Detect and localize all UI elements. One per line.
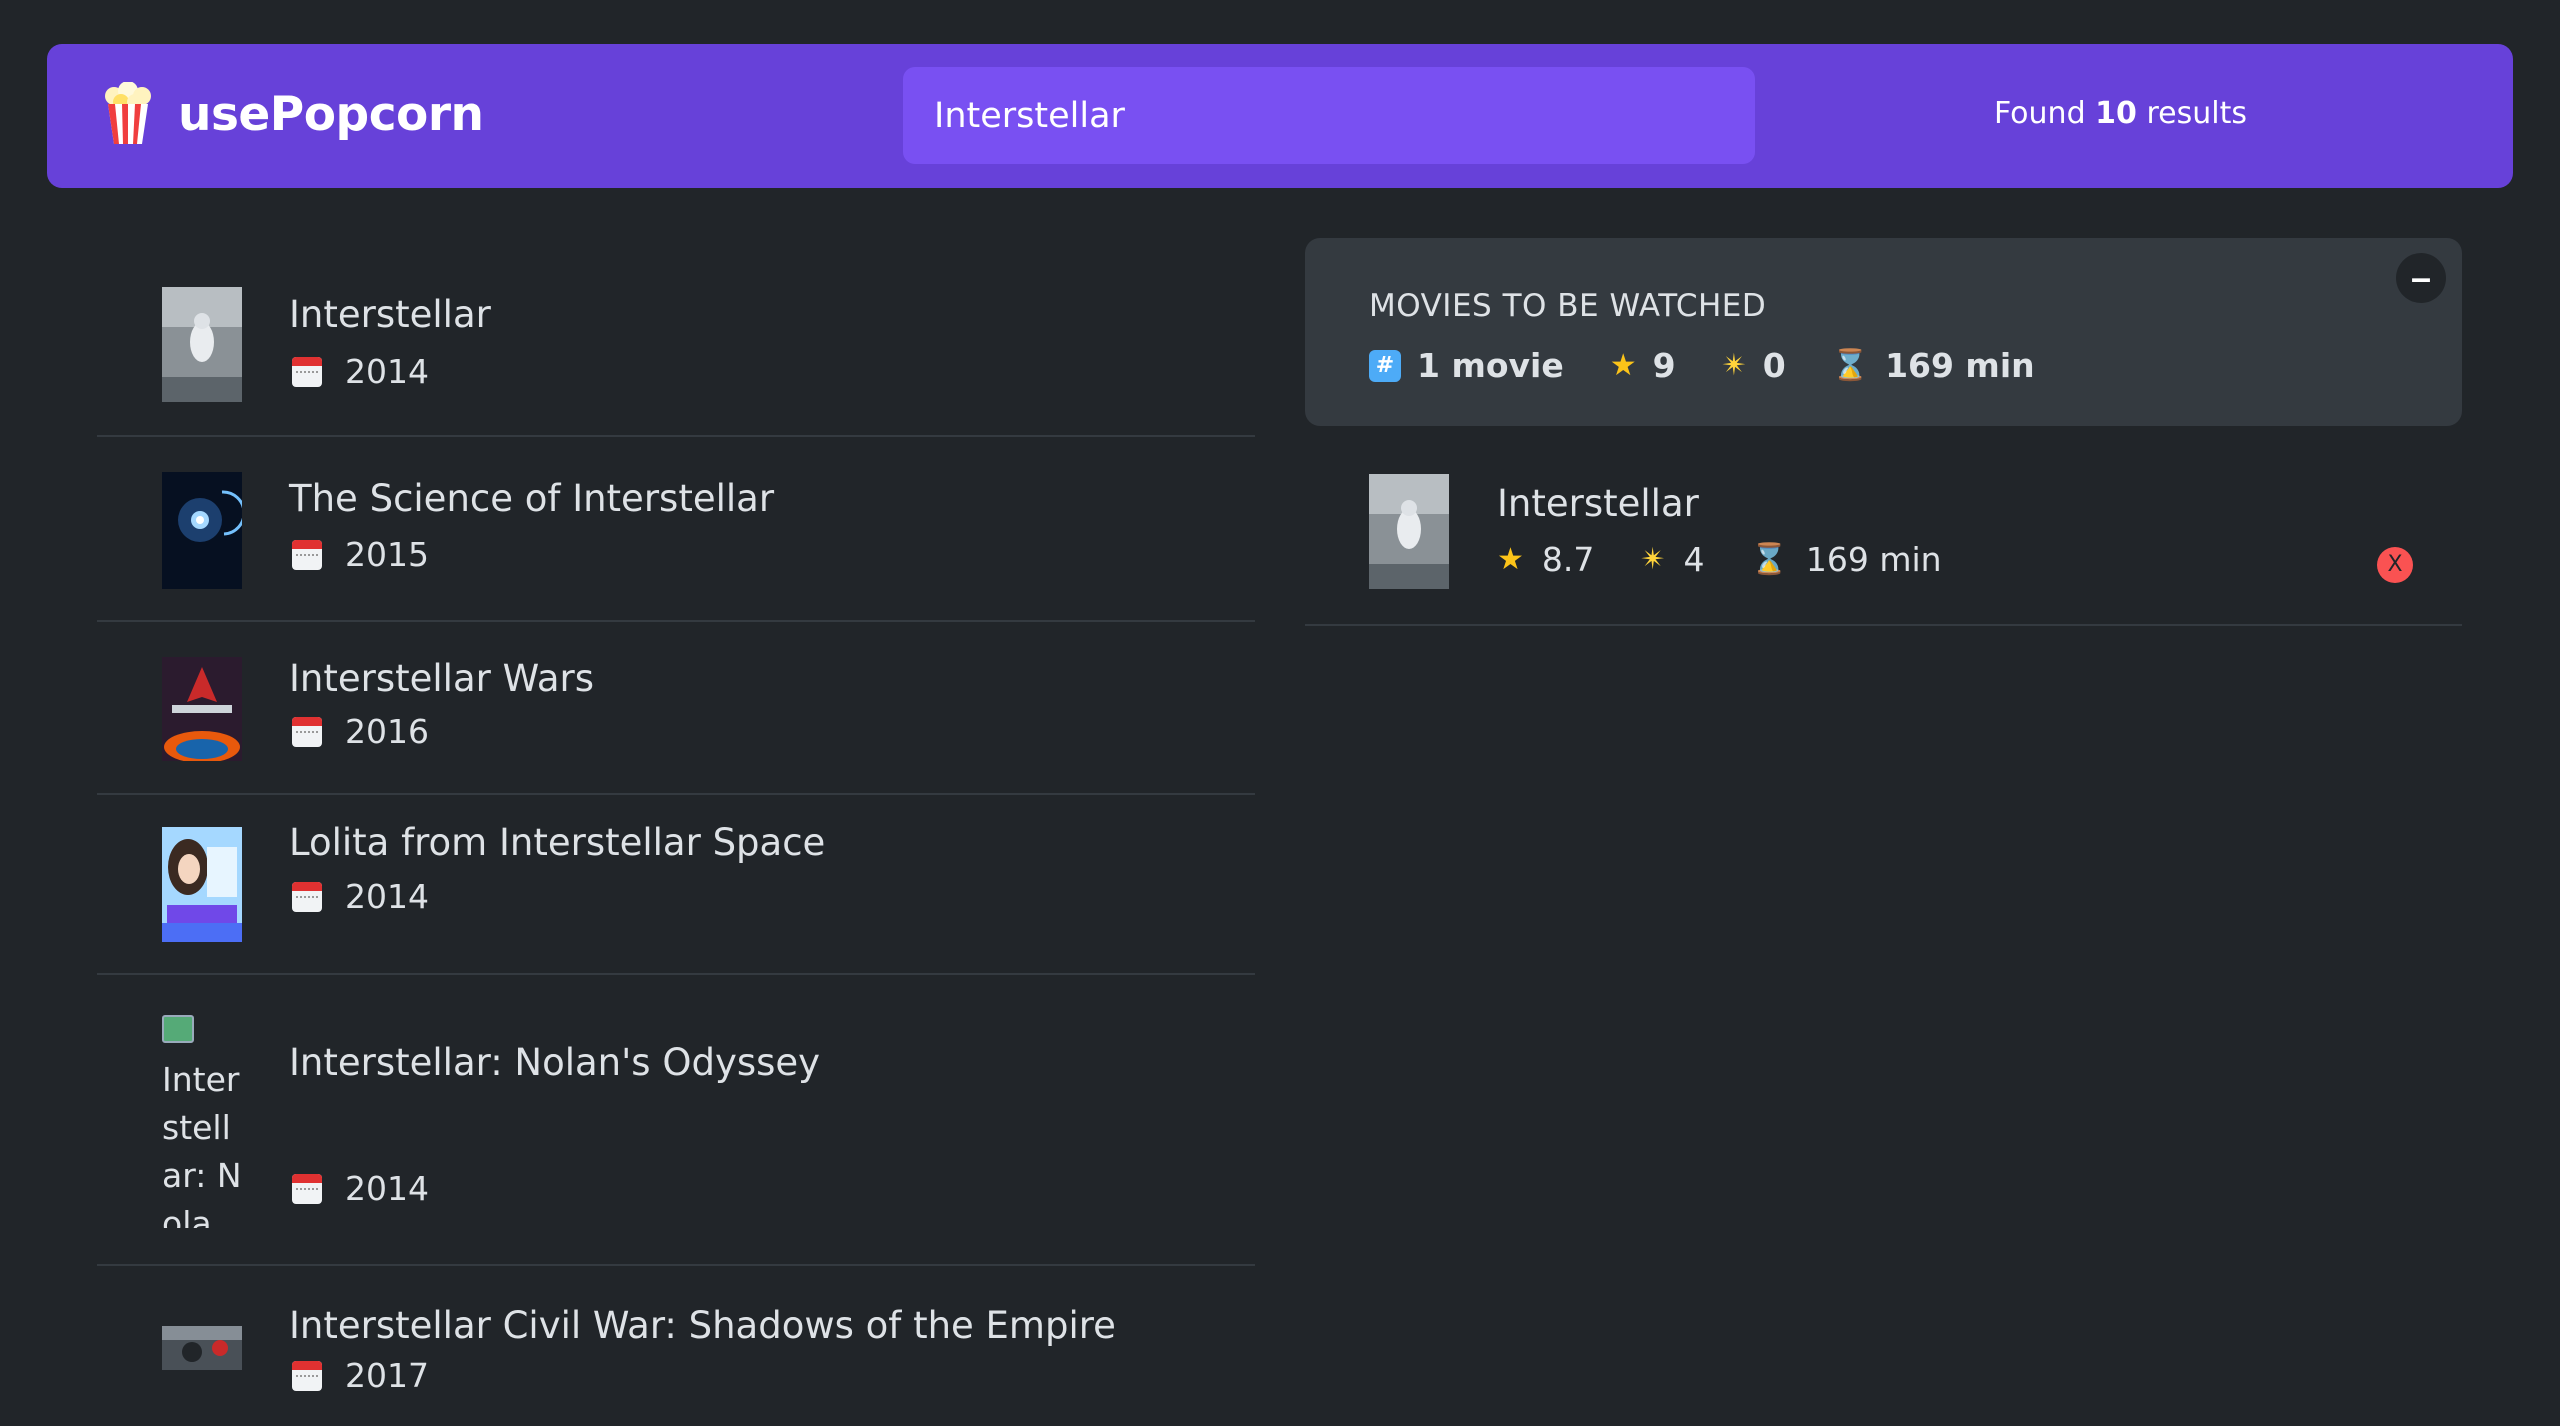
year-text: 2016 [345, 712, 429, 751]
calendar-icon [292, 716, 322, 747]
popcorn-icon [102, 82, 154, 146]
movie-title: Interstellar: Nolan's Odyssey [289, 1041, 821, 1084]
logo-text: usePopcorn [178, 86, 484, 142]
results-suffix: results [2146, 96, 2247, 131]
collapse-toggle-button[interactable]: – [2396, 253, 2446, 303]
user-rating: 4 [1683, 540, 1705, 579]
movie-title: Interstellar Civil War: Shadows of the E… [289, 1304, 1116, 1347]
hourglass-icon: ⌛ [1831, 348, 1870, 383]
movie-year: 2014 [292, 1169, 429, 1208]
broken-image-icon [162, 1015, 194, 1043]
hash-icon: # [1369, 349, 1401, 382]
watched-list-item[interactable]: Interstellar ★ 8.7 ✴ 4 ⌛ 169 min X [1305, 458, 2462, 626]
poster-image [162, 472, 242, 589]
watched-title: Interstellar [1497, 482, 1699, 525]
runtime-text: 169 min [1885, 346, 2035, 385]
list-item[interactable]: Interstellar: Nolan's Odyssey poster Int… [97, 975, 1255, 1266]
results-count: Found 10 results [1994, 96, 2247, 131]
year-text: 2017 [345, 1356, 429, 1395]
watched-summary: MOVIES TO BE WATCHED # 1 movie ★ 9 ✴ 0 ⌛… [1305, 238, 2462, 426]
poster-alt-text: Interstellar: Nolan's Odyssey poster [162, 1060, 242, 1228]
star-icon: ★ [1609, 348, 1637, 383]
stat-count: # 1 movie [1369, 346, 1564, 385]
imdb-rating: 8.7 [1541, 540, 1595, 579]
poster-image [162, 1326, 242, 1370]
year-text: 2014 [345, 877, 429, 916]
calendar-icon [292, 356, 322, 387]
glowing-star-icon: ✴ [1721, 348, 1747, 383]
poster-image [162, 827, 242, 942]
movie-year: 2017 [292, 1356, 429, 1395]
movie-title: The Science of Interstellar [289, 477, 775, 520]
stat-user: ✴ 0 [1722, 346, 1786, 385]
list-item[interactable]: Lolita from Interstellar Space 2014 [97, 795, 1255, 975]
poster-image [162, 657, 242, 761]
list-item[interactable]: Interstellar 2014 [97, 233, 1255, 437]
poster-image [162, 287, 242, 402]
poster-image-broken: Interstellar: Nolan's Odyssey poster [162, 1008, 242, 1228]
calendar-icon [292, 539, 322, 570]
star-icon: ★ [1497, 542, 1524, 577]
movie-year: 2016 [292, 712, 429, 751]
movie-year: 2014 [292, 352, 429, 391]
results-number: 10 [2095, 96, 2137, 131]
summary-heading: MOVIES TO BE WATCHED [1369, 288, 1767, 324]
poster-image [1369, 474, 1449, 589]
watched-stats: ★ 8.7 ✴ 4 ⌛ 169 min [1497, 540, 1988, 579]
count-text: 1 movie [1417, 346, 1564, 385]
list-item[interactable]: Interstellar Civil War: Shadows of the E… [97, 1266, 1255, 1426]
watched-imdb: ★ 8.7 [1497, 540, 1594, 579]
watched-user: ✴ 4 [1640, 540, 1704, 579]
nav-bar: usePopcorn Found 10 results [47, 44, 2513, 188]
stat-runtime: ⌛ 169 min [1832, 346, 2035, 385]
summary-stats: # 1 movie ★ 9 ✴ 0 ⌛ 169 min [1369, 346, 2081, 385]
movie-year: 2015 [292, 535, 429, 574]
calendar-icon [292, 1173, 322, 1204]
movie-year: 2014 [292, 877, 429, 916]
stat-imdb: ★ 9 [1610, 346, 1676, 385]
calendar-icon [292, 881, 322, 912]
movie-title: Lolita from Interstellar Space [289, 821, 826, 864]
glowing-star-icon: ✴ [1640, 542, 1666, 577]
movie-list[interactable]: Interstellar 2014 The Science of Interst… [97, 233, 1255, 1426]
imdb-avg-text: 9 [1652, 346, 1676, 385]
year-text: 2015 [345, 535, 429, 574]
search-input[interactable] [903, 67, 1755, 164]
list-item[interactable]: Interstellar Wars 2016 [97, 622, 1255, 795]
watched-runtime: ⌛ 169 min [1751, 540, 1942, 579]
delete-button[interactable]: X [2377, 547, 2413, 583]
results-prefix: Found [1994, 96, 2086, 131]
runtime: 169 min [1805, 540, 1942, 579]
list-item[interactable]: The Science of Interstellar 2015 [97, 437, 1255, 622]
hourglass-icon: ⌛ [1750, 542, 1788, 577]
logo: usePopcorn [102, 82, 484, 146]
user-avg-text: 0 [1762, 346, 1786, 385]
year-text: 2014 [345, 1169, 429, 1208]
movie-title: Interstellar Wars [289, 657, 594, 700]
movie-title: Interstellar [289, 293, 491, 336]
year-text: 2014 [345, 352, 429, 391]
calendar-icon [292, 1360, 322, 1391]
